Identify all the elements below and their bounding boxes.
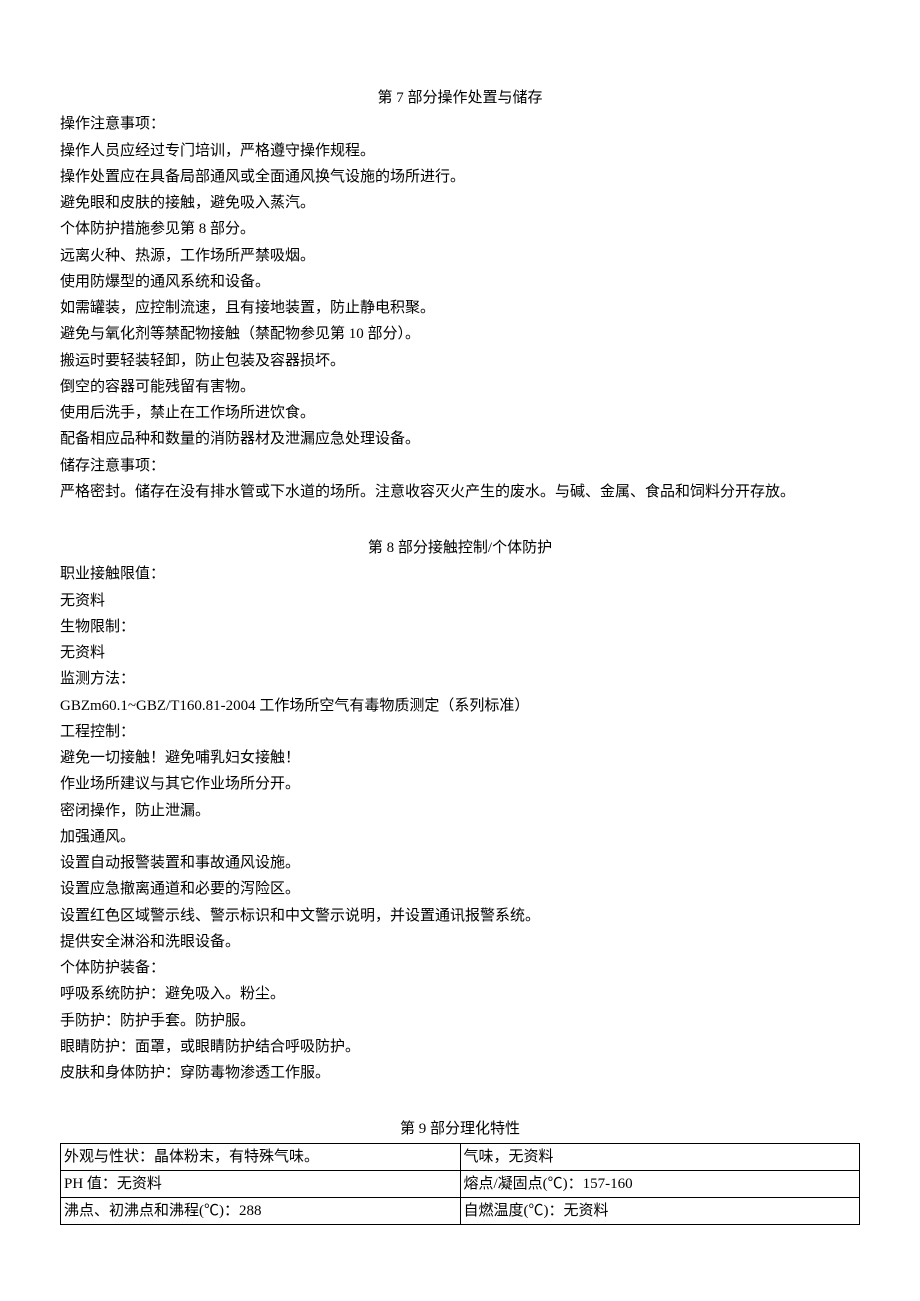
table-row: 沸点、初沸点和沸程(℃)：288 自燃温度(℃)：无资料: [61, 1197, 860, 1224]
section-9-title: 第 9 部分理化特性: [60, 1116, 860, 1142]
s7-line: 远离火种、热源，工作场所严禁吸烟。: [60, 243, 860, 269]
s7-line: 操作注意事项：: [60, 111, 860, 137]
properties-table: 外观与性状：晶体粉末，有特殊气味。 气味，无资料 PH 值：无资料 熔点/凝固点…: [60, 1143, 860, 1225]
s8-line: 监测方法：: [60, 666, 860, 692]
s8-line: 手防护：防护手套。防护服。: [60, 1008, 860, 1034]
s8-line: 眼睛防护：面罩，或眼睛防护结合呼吸防护。: [60, 1034, 860, 1060]
s8-line: 职业接触限值：: [60, 561, 860, 587]
s8-line: 无资料: [60, 588, 860, 614]
section-8-title: 第 8 部分接触控制/个体防护: [60, 535, 860, 561]
s7-line: 储存注意事项：: [60, 453, 860, 479]
section-7-body: 操作注意事项： 操作人员应经过专门培训，严格遵守操作规程。 操作处置应在具备局部…: [60, 111, 860, 505]
s7-line: 如需罐装，应控制流速，且有接地装置，防止静电积聚。: [60, 295, 860, 321]
s8-line: 作业场所建议与其它作业场所分开。: [60, 771, 860, 797]
s7-line: 避免与氧化剂等禁配物接触（禁配物参见第 10 部分）。: [60, 321, 860, 347]
s8-line: 个体防护装备：: [60, 955, 860, 981]
s8-line: 提供安全淋浴和洗眼设备。: [60, 929, 860, 955]
s8-line: 生物限制：: [60, 614, 860, 640]
table-row: PH 值：无资料 熔点/凝固点(℃)：157-160: [61, 1170, 860, 1197]
s8-line: 密闭操作，防止泄漏。: [60, 798, 860, 824]
s8-line: 工程控制：: [60, 719, 860, 745]
s7-line: 操作处置应在具备局部通风或全面通风换气设施的场所进行。: [60, 164, 860, 190]
s7-line: 避免眼和皮肤的接触，避免吸入蒸汽。: [60, 190, 860, 216]
section-9: 第 9 部分理化特性 外观与性状：晶体粉末，有特殊气味。 气味，无资料 PH 值…: [60, 1116, 860, 1224]
s8-line: 设置红色区域警示线、警示标识和中文警示说明，并设置通讯报警系统。: [60, 903, 860, 929]
s8-line: 呼吸系统防护：避免吸入。粉尘。: [60, 981, 860, 1007]
section-8-body: 职业接触限值： 无资料 生物限制： 无资料 监测方法： GBZm60.1~GBZ…: [60, 561, 860, 1086]
table-cell: PH 值：无资料: [61, 1170, 461, 1197]
s8-line: GBZm60.1~GBZ/T160.81-2004 工作场所空气有毒物质测定（系…: [60, 693, 860, 719]
section-7: 第 7 部分操作处置与储存 操作注意事项： 操作人员应经过专门培训，严格遵守操作…: [60, 85, 860, 505]
table-cell: 熔点/凝固点(℃)：157-160: [460, 1170, 860, 1197]
table-row: 外观与性状：晶体粉末，有特殊气味。 气味，无资料: [61, 1143, 860, 1170]
s8-line: 皮肤和身体防护：穿防毒物渗透工作服。: [60, 1060, 860, 1086]
section-8: 第 8 部分接触控制/个体防护 职业接触限值： 无资料 生物限制： 无资料 监测…: [60, 535, 860, 1086]
s7-line: 配备相应品种和数量的消防器材及泄漏应急处理设备。: [60, 426, 860, 452]
s8-line: 无资料: [60, 640, 860, 666]
s8-line: 设置应急撤离通道和必要的泻险区。: [60, 876, 860, 902]
s7-line: 倒空的容器可能残留有害物。: [60, 374, 860, 400]
table-cell: 沸点、初沸点和沸程(℃)：288: [61, 1197, 461, 1224]
s7-line: 个体防护措施参见第 8 部分。: [60, 216, 860, 242]
table-cell: 气味，无资料: [460, 1143, 860, 1170]
s8-line: 加强通风。: [60, 824, 860, 850]
s7-line: 操作人员应经过专门培训，严格遵守操作规程。: [60, 138, 860, 164]
s7-line: 使用防爆型的通风系统和设备。: [60, 269, 860, 295]
s7-line: 使用后洗手，禁止在工作场所进饮食。: [60, 400, 860, 426]
s8-line: 设置自动报警装置和事故通风设施。: [60, 850, 860, 876]
s7-line: 严格密封。储存在没有排水管或下水道的场所。注意收容灭火产生的废水。与碱、金属、食…: [60, 479, 860, 505]
section-7-title: 第 7 部分操作处置与储存: [60, 85, 860, 111]
table-cell: 外观与性状：晶体粉末，有特殊气味。: [61, 1143, 461, 1170]
s8-line: 避免一切接触！避免哺乳妇女接触！: [60, 745, 860, 771]
table-cell: 自燃温度(℃)：无资料: [460, 1197, 860, 1224]
s7-line: 搬运时要轻装轻卸，防止包装及容器损坏。: [60, 348, 860, 374]
